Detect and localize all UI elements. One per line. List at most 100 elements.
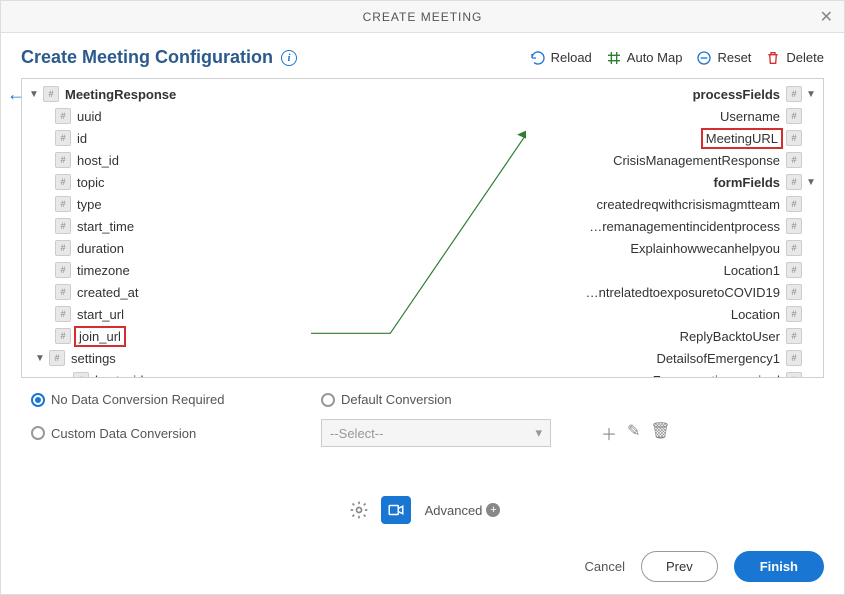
mapping-area: ← ▼ # MeetingResponse #uuid#id#host_id#t… xyxy=(1,78,844,378)
hash-icon: # xyxy=(43,86,59,102)
close-icon[interactable]: ✕ xyxy=(820,7,834,27)
tree-node-formfields[interactable]: formFields # ▼ xyxy=(526,171,823,193)
add-icon[interactable]: ＋ xyxy=(601,421,617,445)
tree-node-meetingurl[interactable]: MeetingURL # xyxy=(526,127,823,149)
hash-icon: # xyxy=(55,130,71,146)
hash-icon: # xyxy=(786,86,802,102)
hash-icon: # xyxy=(55,328,71,344)
info-icon[interactable]: i xyxy=(281,50,297,66)
radio-icon xyxy=(31,393,45,407)
tree-node-processfields[interactable]: processFields # ▼ xyxy=(526,83,823,105)
hash-icon: # xyxy=(55,152,71,168)
bottom-bar: Advanced + xyxy=(1,486,844,534)
toolbar: Reload Auto Map Reset Delete xyxy=(530,50,824,66)
hash-icon: # xyxy=(786,372,802,378)
tree-node[interactable]: Zoommeetingrequired# xyxy=(526,369,823,378)
tree-node[interactable]: #host_id xyxy=(22,149,311,171)
hash-icon: # xyxy=(786,130,802,146)
tree-node[interactable]: #duration xyxy=(22,237,311,259)
expand-icon[interactable]: ▼ xyxy=(28,89,40,100)
tree-node-settings[interactable]: ▼ # settings xyxy=(22,347,311,369)
conversion-select[interactable]: --Select-- ▾ xyxy=(321,419,551,447)
tree-node[interactable]: #start_url xyxy=(22,303,311,325)
hash-icon: # xyxy=(55,284,71,300)
hash-icon: # xyxy=(786,218,802,234)
radio-no-conversion[interactable]: No Data Conversion Required xyxy=(31,392,281,407)
hash-icon: # xyxy=(55,218,71,234)
mapping-mode-icon[interactable] xyxy=(381,496,411,524)
dialog-title: CREATE MEETING xyxy=(363,10,483,24)
automap-button[interactable]: Auto Map xyxy=(606,50,683,66)
tree-node[interactable]: #timezone xyxy=(22,259,311,281)
create-meeting-dialog: CREATE MEETING ✕ Create Meeting Configur… xyxy=(0,0,845,595)
tree-node[interactable]: #join_url xyxy=(22,325,311,347)
plus-circle-icon: + xyxy=(486,503,500,517)
radio-icon xyxy=(321,393,335,407)
reload-button[interactable]: Reload xyxy=(530,50,592,66)
header: Create Meeting Configuration i Reload Au… xyxy=(1,33,844,78)
conversion-actions: ＋ ✎ 🗑 xyxy=(601,421,671,445)
tree-node[interactable]: #type xyxy=(22,193,311,215)
hash-icon: # xyxy=(786,284,802,300)
target-tree: processFields # ▼ Username # MeetingURL … xyxy=(526,78,824,378)
delete-button[interactable]: Delete xyxy=(765,50,824,66)
tree-root-node[interactable]: ▼ # MeetingResponse xyxy=(22,83,311,105)
reset-button[interactable]: Reset xyxy=(696,50,751,66)
edit-icon[interactable]: ✎ xyxy=(627,421,640,445)
expand-icon[interactable]: ▼ xyxy=(805,177,817,188)
back-arrow-icon[interactable]: ← xyxy=(7,84,25,105)
hash-icon: # xyxy=(786,262,802,278)
tree-node[interactable]: #topic xyxy=(22,171,311,193)
hash-icon: # xyxy=(55,108,71,124)
hash-icon: # xyxy=(786,240,802,256)
tree-node-crisisresp[interactable]: CrisisManagementResponse # xyxy=(526,149,823,171)
hash-icon: # xyxy=(786,152,802,168)
cancel-button[interactable]: Cancel xyxy=(585,559,625,574)
title-bar: CREATE MEETING ✕ xyxy=(1,1,844,33)
hash-icon: # xyxy=(55,174,71,190)
trash-icon[interactable]: 🗑 xyxy=(650,421,670,445)
hash-icon: # xyxy=(55,306,71,322)
tree-node[interactable]: Location# xyxy=(526,303,823,325)
hash-icon: # xyxy=(55,262,71,278)
tree-node[interactable]: Location1# xyxy=(526,259,823,281)
tree-node[interactable]: DetailsofEmergency1# xyxy=(526,347,823,369)
tree-node[interactable]: ReplyBacktoUser# xyxy=(526,325,823,347)
expand-icon[interactable]: ▼ xyxy=(34,353,46,364)
radio-default-conversion[interactable]: Default Conversion xyxy=(321,392,452,407)
advanced-button[interactable]: Advanced + xyxy=(425,503,501,518)
connector-panel xyxy=(311,78,526,378)
hash-icon: # xyxy=(786,108,802,124)
tree-node[interactable]: Explainhowwecanhelpyou# xyxy=(526,237,823,259)
hash-icon: # xyxy=(55,240,71,256)
prev-button[interactable]: Prev xyxy=(641,551,718,582)
tree-node-host-video[interactable]: # host_video xyxy=(22,369,311,378)
tree-node[interactable]: …remanagementincidentprocess# xyxy=(526,215,823,237)
finish-button[interactable]: Finish xyxy=(734,551,824,582)
hash-icon: # xyxy=(786,350,802,366)
tree-node[interactable]: #id xyxy=(22,127,311,149)
chevron-down-icon: ▾ xyxy=(535,425,542,441)
expand-icon[interactable]: ▼ xyxy=(805,89,817,100)
tree-node[interactable]: …ntrelatedtoexposuretoCOVID19# xyxy=(526,281,823,303)
hash-icon: # xyxy=(55,196,71,212)
hash-icon: # xyxy=(786,306,802,322)
tree-node[interactable]: #created_at xyxy=(22,281,311,303)
tree-node[interactable]: #start_time xyxy=(22,215,311,237)
conversion-options-row1: No Data Conversion Required Default Conv… xyxy=(1,378,844,413)
hash-icon: # xyxy=(786,328,802,344)
radio-custom-conversion[interactable]: Custom Data Conversion xyxy=(31,426,281,441)
hash-icon: # xyxy=(49,350,65,366)
tree-node-username[interactable]: Username # xyxy=(526,105,823,127)
gear-icon[interactable] xyxy=(345,496,373,524)
hash-icon: # xyxy=(73,372,89,378)
radio-icon xyxy=(31,426,45,440)
tree-node[interactable]: createdreqwithcrisismagmtteam# xyxy=(526,193,823,215)
footer: Cancel Prev Finish xyxy=(585,551,824,582)
tree-node[interactable]: #uuid xyxy=(22,105,311,127)
source-tree: ▼ # MeetingResponse #uuid#id#host_id#top… xyxy=(21,78,311,378)
page-title: Create Meeting Configuration xyxy=(21,47,273,68)
hash-icon: # xyxy=(786,196,802,212)
hash-icon: # xyxy=(786,174,802,190)
conversion-options-row2: Custom Data Conversion --Select-- ▾ ＋ ✎ … xyxy=(1,413,844,453)
